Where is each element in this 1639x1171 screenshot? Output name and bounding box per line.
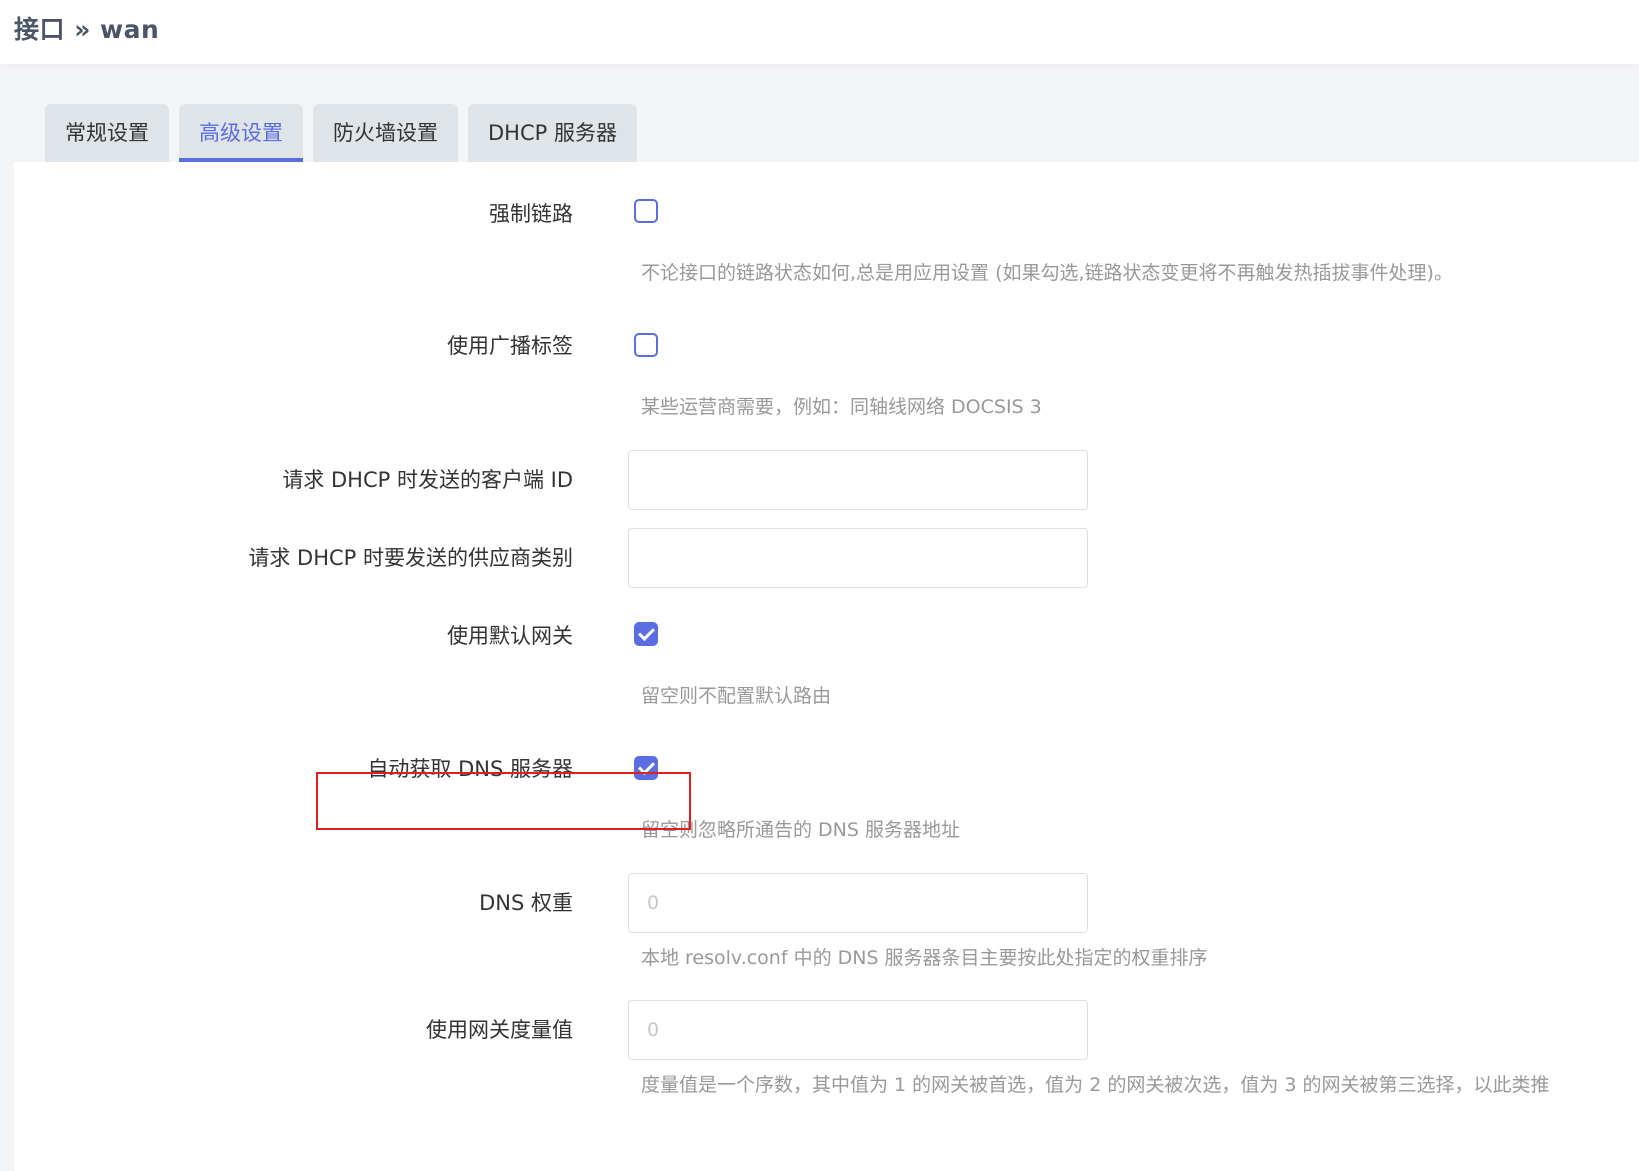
default-gateway-label: 使用默认网关 <box>447 624 573 648</box>
client-id-label: 请求 DHCP 时发送的客户端 ID <box>282 468 573 492</box>
tab-firewall-settings[interactable]: 防火墙设置 <box>313 104 458 162</box>
broadcast-flag-help: 某些运营商需要，例如：同轴线网络 DOCSIS 3 <box>641 396 1042 418</box>
tab-bar: 常规设置 高级设置 防火墙设置 DHCP 服务器 <box>45 104 637 162</box>
metric-input[interactable] <box>628 1000 1088 1060</box>
dns-weight-label: DNS 权重 <box>479 891 573 915</box>
vendor-class-label: 请求 DHCP 时要发送的供应商类别 <box>248 546 573 570</box>
broadcast-flag-checkbox[interactable] <box>634 333 658 357</box>
metric-help: 度量值是一个序数，其中值为 1 的网关被首选，值为 2 的网关被次选，值为 3 … <box>641 1074 1550 1096</box>
default-gateway-help: 留空则不配置默认路由 <box>641 685 832 707</box>
dns-weight-help: 本地 resolv.conf 中的 DNS 服务器条目主要按此处指定的权重排序 <box>641 947 1208 969</box>
broadcast-flag-label: 使用广播标签 <box>447 334 573 358</box>
settings-panel: 强制链路 不论接口的链路状态如何,总是用应用设置 (如果勾选,链路状态变更将不再… <box>14 162 1639 1171</box>
client-id-input[interactable] <box>628 450 1088 510</box>
page-title: 接口 » wan <box>14 15 160 44</box>
highlight-box <box>316 772 691 830</box>
tab-dhcp-server[interactable]: DHCP 服务器 <box>468 104 637 162</box>
force-link-checkbox[interactable] <box>634 199 658 223</box>
force-link-label: 强制链路 <box>489 202 573 226</box>
metric-label: 使用网关度量值 <box>426 1018 573 1042</box>
vendor-class-input[interactable] <box>628 528 1088 588</box>
tab-advanced-settings[interactable]: 高级设置 <box>179 104 303 162</box>
force-link-help: 不论接口的链路状态如何,总是用应用设置 (如果勾选,链路状态变更将不再触发热插拔… <box>641 262 1453 284</box>
dns-weight-input[interactable] <box>628 873 1088 933</box>
tab-general-settings[interactable]: 常规设置 <box>45 104 169 162</box>
default-gateway-checkbox[interactable] <box>634 622 658 646</box>
page-header: 接口 » wan <box>0 0 1639 64</box>
